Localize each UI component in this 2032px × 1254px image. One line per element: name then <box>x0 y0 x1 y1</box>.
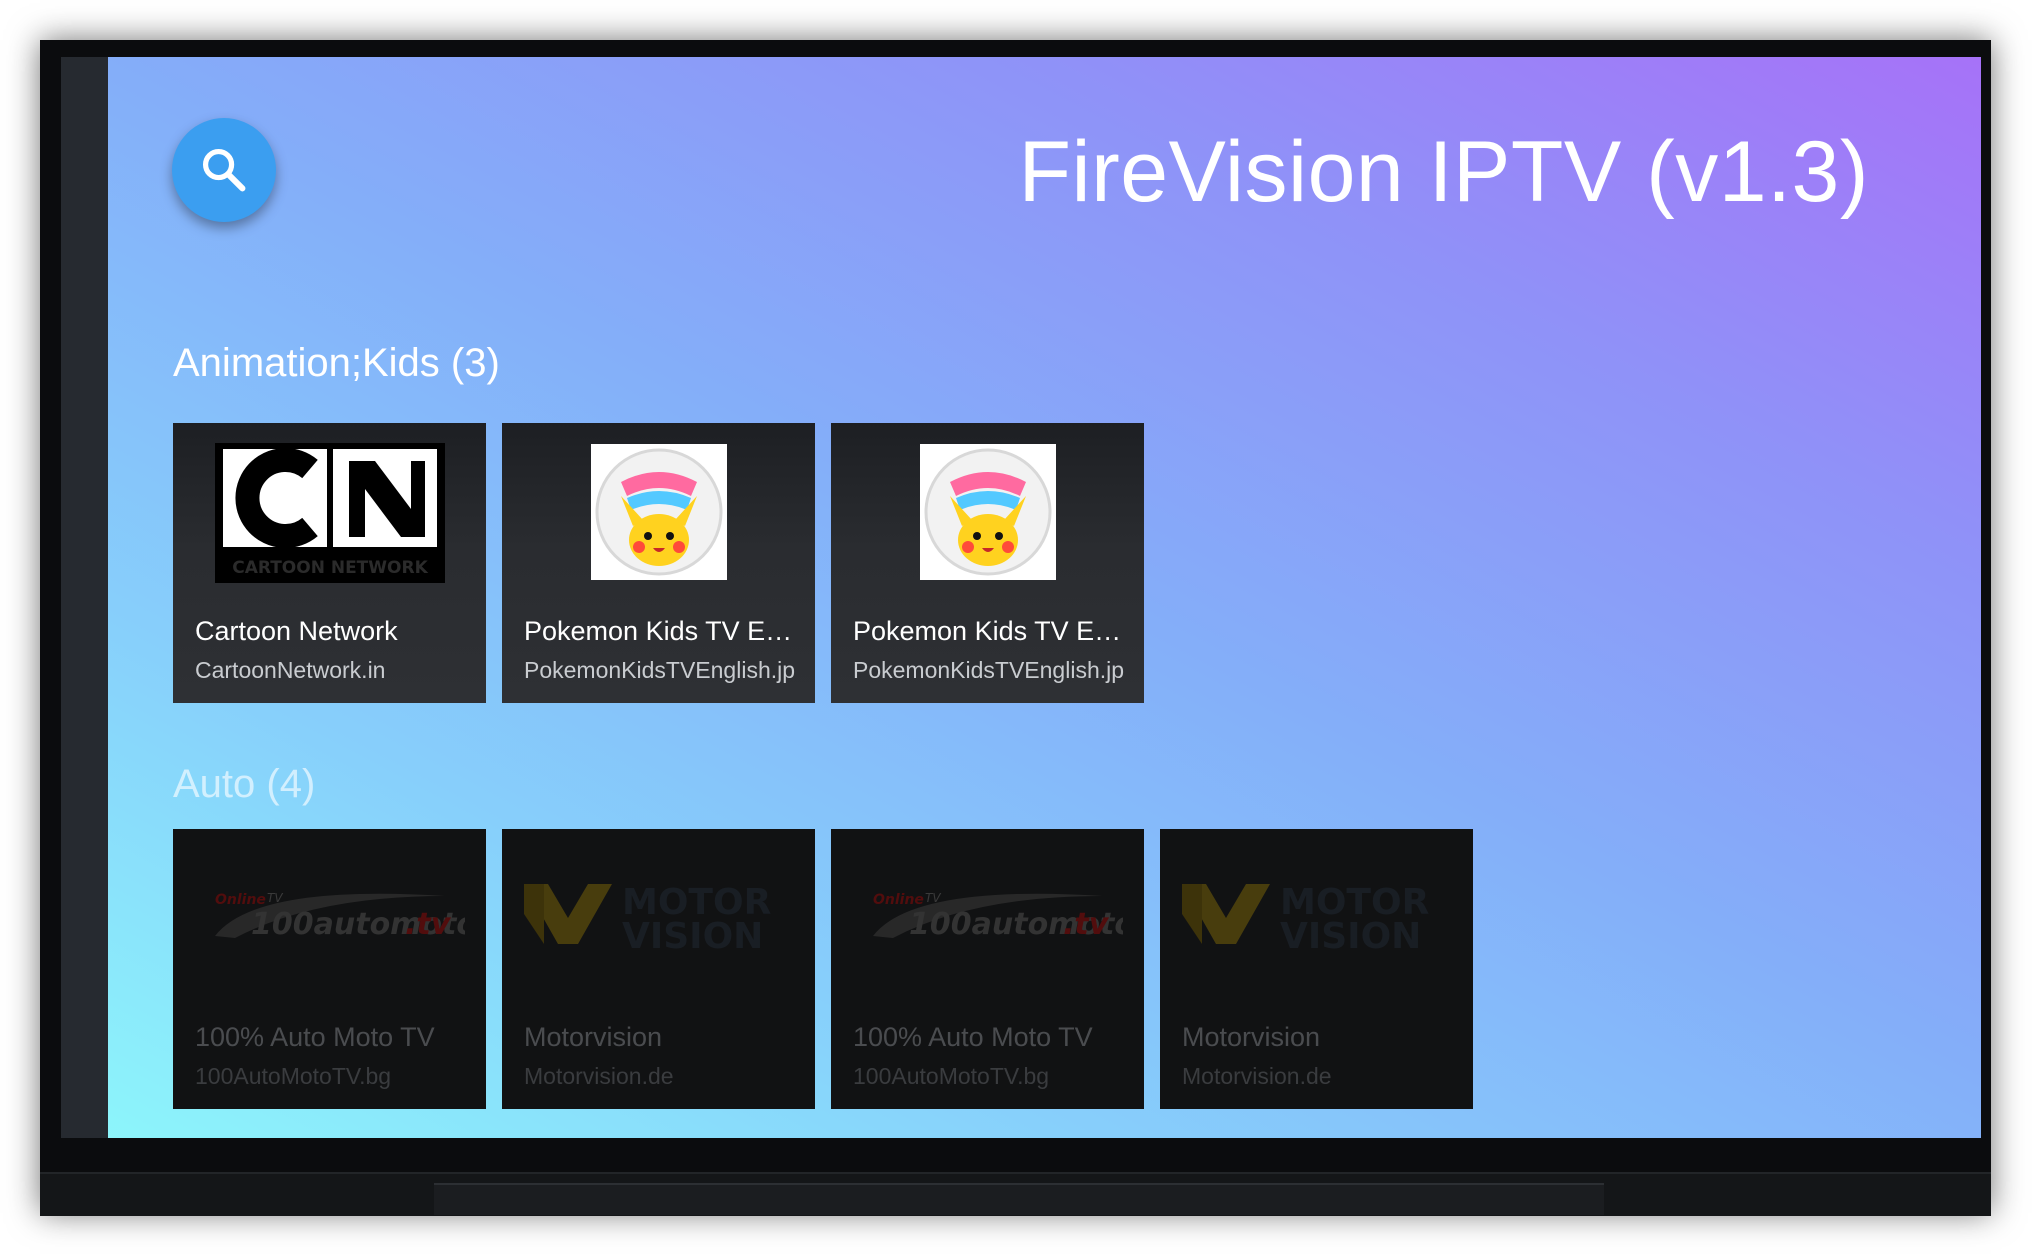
side-rail <box>61 57 108 1138</box>
channel-thumbnail: CARTOON NETWORK <box>173 423 486 603</box>
pokemon-kids-tv-logo <box>919 444 1056 580</box>
svg-text:.tv: .tv <box>405 907 452 942</box>
channel-subtitle: Motorvision.de <box>524 1063 674 1089</box>
channel-subtitle: 100AutoMotoTV.bg <box>853 1063 1050 1089</box>
channel-card-pokemon-kids-tv[interactable]: Pokemon Kids TV Engl… PokemonKidsTVEngli… <box>502 423 815 703</box>
channel-card-100-auto-moto-tv[interactable]: Online TV 100automoto .tv 100% Auto Moto… <box>831 829 1144 1109</box>
channel-subtitle: PokemonKidsTVEnglish.jp <box>853 657 1125 683</box>
tv-screen: FireVision IPTV (v1.3) Animation;Kids (3… <box>61 57 1981 1138</box>
channel-thumbnail <box>831 423 1144 603</box>
svg-text:Online: Online <box>215 892 266 908</box>
100automoto-logo: Online TV 100automoto .tv <box>872 891 1123 942</box>
row-header-auto: Auto (4) <box>173 762 316 806</box>
row-header-animation-kids: Animation;Kids (3) <box>173 341 500 385</box>
channel-subtitle: PokemonKidsTVEnglish.jp <box>524 657 796 683</box>
motorvision-logo: MOTOR VISION <box>523 882 771 957</box>
channel-title: Motorvision <box>524 1022 663 1052</box>
channel-title: 100% Auto Moto TV <box>853 1022 1093 1052</box>
channel-thumbnail: MOTOR VISION <box>502 829 815 1009</box>
channel-card-motorvision[interactable]: MOTOR VISION Motorvision Motorvision.de <box>502 829 815 1109</box>
search-icon <box>202 148 246 192</box>
svg-text:TV: TV <box>267 891 283 905</box>
app-title: FireVision IPTV (v1.3) <box>1018 124 1869 220</box>
channel-title: Pokemon Kids TV Engl… <box>524 616 799 646</box>
channel-subtitle: CartoonNetwork.in <box>195 657 386 683</box>
channel-title: Pokemon Kids TV Engl… <box>853 616 1128 646</box>
channel-card-motorvision[interactable]: MOTOR VISION Motorvision Motorvision.de <box>1160 829 1473 1109</box>
channel-subtitle: Motorvision.de <box>1182 1063 1332 1089</box>
motorvision-logo: MOTOR VISION <box>1181 882 1429 957</box>
svg-text:.tv: .tv <box>1063 907 1110 942</box>
tv-stand <box>434 1183 1604 1215</box>
svg-text:VISION: VISION <box>622 916 763 957</box>
channel-title: Motorvision <box>1182 1022 1321 1052</box>
channel-row-animation-kids: CARTOON NETWORK Cartoon Network CartoonN… <box>173 423 1144 703</box>
channel-subtitle: 100AutoMotoTV.bg <box>195 1063 392 1089</box>
channel-row-auto: Online TV 100automoto .tv 100% Auto Moto… <box>173 829 1473 1109</box>
svg-text:TV: TV <box>925 891 941 905</box>
svg-text:Online: Online <box>873 892 924 908</box>
svg-text:VISION: VISION <box>1280 916 1421 957</box>
channel-thumbnail: Online TV 100automoto .tv <box>831 829 1144 1009</box>
channel-thumbnail: MOTOR VISION <box>1160 829 1473 1009</box>
cartoon-network-logo: CARTOON NETWORK <box>214 443 445 583</box>
channel-card-100-auto-moto-tv[interactable]: Online TV 100automoto .tv 100% Auto Moto… <box>173 829 486 1109</box>
channel-card-cartoon-network[interactable]: CARTOON NETWORK Cartoon Network CartoonN… <box>173 423 486 703</box>
channel-card-pokemon-kids-tv[interactable]: Pokemon Kids TV Engl… PokemonKidsTVEngli… <box>831 423 1144 703</box>
channel-title: 100% Auto Moto TV <box>195 1022 435 1052</box>
search-button[interactable] <box>172 118 276 222</box>
100automoto-logo: Online TV 100automoto .tv <box>214 891 465 942</box>
channel-thumbnail: Online TV 100automoto .tv <box>173 829 486 1009</box>
cartoon-network-logo-text: CARTOON NETWORK <box>232 558 428 578</box>
pokemon-kids-tv-logo <box>590 444 727 580</box>
channel-thumbnail <box>502 423 815 603</box>
channel-title: Cartoon Network <box>195 616 398 646</box>
